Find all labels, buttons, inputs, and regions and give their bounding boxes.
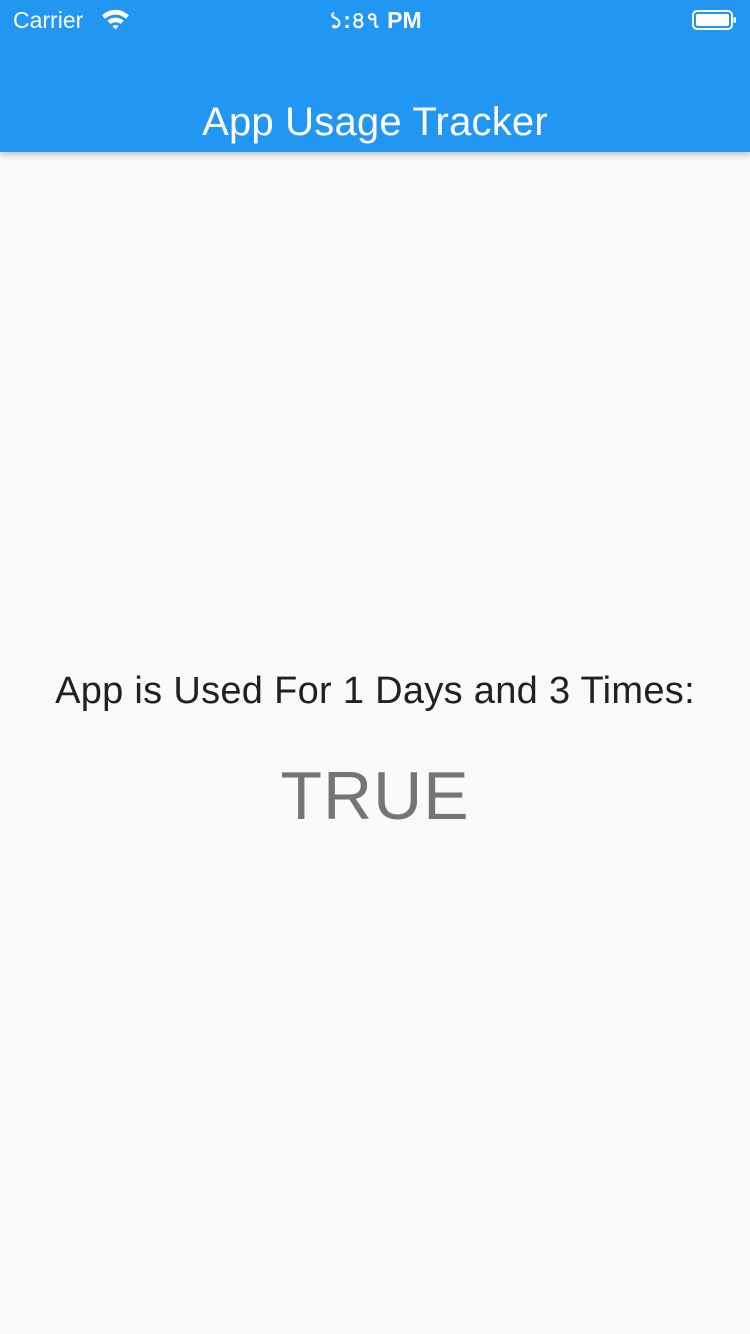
app-bar: Carrier ১:৪৭ PM App Usage Tracker	[0, 0, 750, 152]
app-screen: Carrier ১:৪৭ PM App Usage Tracker App is…	[0, 0, 750, 1334]
result-value: TRUE	[280, 758, 470, 834]
app-bar-title-row: App Usage Tracker	[0, 40, 750, 152]
status-bar: Carrier ১:৪৭ PM	[0, 0, 750, 40]
status-time: ১:৪৭ PM	[328, 7, 422, 33]
battery-icon	[692, 10, 736, 30]
usage-message: App is Used For 1 Days and 3 Times:	[55, 670, 695, 712]
page-title: App Usage Tracker	[202, 99, 548, 144]
usage-content: App is Used For 1 Days and 3 Times: TRUE	[0, 152, 750, 1334]
